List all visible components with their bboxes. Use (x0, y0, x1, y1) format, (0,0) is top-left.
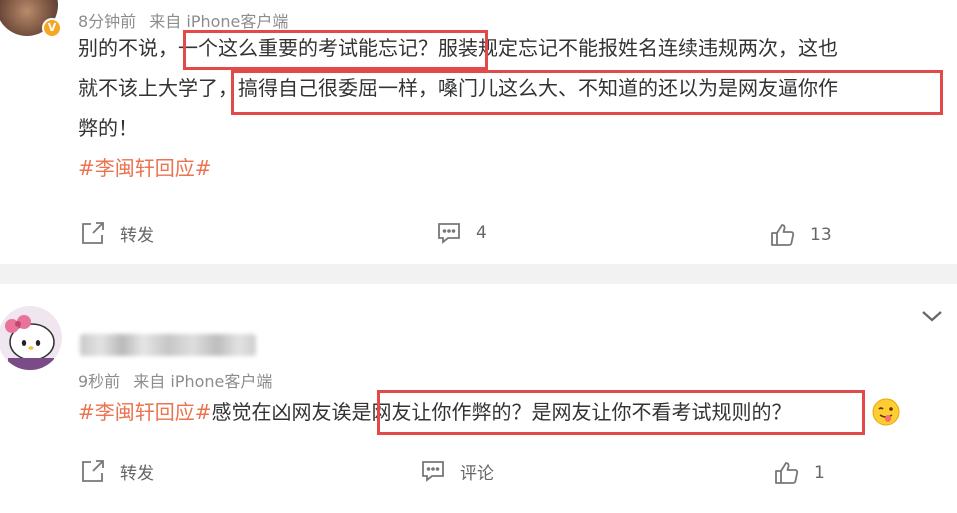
comment-icon (438, 223, 460, 244)
chevron-down-icon[interactable] (920, 308, 944, 328)
comment-line: 就不该上大学了，搞得自己很委屈一样，嗓门儿这么大、不知道的还以为是网友逼你作 (78, 68, 948, 108)
like-button[interactable]: 1 (774, 460, 825, 486)
like-count: 13 (810, 225, 832, 245)
comment-text: 一个这么重要的考试能忘记？ (178, 36, 438, 60)
comment-button[interactable]: 4 (436, 220, 487, 246)
comment-text: 是网友让你作弊的？是网友让你不看考试规则的？ (351, 400, 792, 424)
like-count: 1 (814, 463, 825, 483)
repost-button[interactable]: 转发 (80, 458, 154, 484)
avatar[interactable] (0, 306, 62, 370)
verified-badge-label: V (47, 21, 57, 34)
thumbs-up-icon (771, 224, 795, 246)
comment-text: 就不该上大学了 (78, 76, 218, 100)
repost-label: 转发 (120, 463, 154, 484)
share-icon (82, 222, 104, 244)
hashtag-link[interactable]: #李闽轩回应# (78, 156, 212, 180)
comment-icon (422, 461, 444, 482)
tongue-out-face-icon (871, 397, 901, 431)
comment-text: 服装规定忘记不能报姓名连续违规两次，这也 (438, 36, 838, 60)
comment-body: #李闽轩回应#感觉在凶网友诶是网友让你作弊的？是网友让你不看考试规则的？ (78, 392, 792, 432)
repost-button[interactable]: 转发 (80, 220, 154, 246)
verified-badge-icon: V (42, 18, 62, 38)
comment-time: 9秒前 (78, 372, 121, 391)
comment-text: 弊的！ (78, 116, 138, 140)
comment-text: ，搞得自己很委屈一样，嗓门儿这么大、不知道的还以为是网友逼你作 (218, 76, 838, 100)
comment-source[interactable]: 来自 iPhone客户端 (133, 372, 272, 391)
comment-body: 别的不说，一个这么重要的考试能忘记？服装规定忘记不能报姓名连续违规两次，这也 就… (78, 28, 948, 188)
comment-label: 评论 (460, 463, 494, 484)
share-icon (82, 460, 104, 482)
divider (0, 264, 957, 284)
comment-button[interactable]: 评论 (420, 458, 494, 484)
comment-count: 4 (476, 223, 487, 243)
like-button[interactable]: 13 (770, 222, 832, 248)
username-blurred[interactable] (80, 334, 256, 356)
thumbs-up-icon (775, 462, 799, 484)
comment-meta: 9秒前 来自 iPhone客户端 (78, 368, 272, 392)
comment-text: 别的不说， (78, 36, 178, 60)
repost-label: 转发 (120, 225, 154, 246)
comment-line: #李闽轩回应# (78, 148, 948, 188)
comment-line: 别的不说，一个这么重要的考试能忘记？服装规定忘记不能报姓名连续违规两次，这也 (78, 28, 948, 68)
hashtag-link[interactable]: #李闽轩回应# (78, 400, 212, 424)
comment-line: 弊的！ (78, 108, 948, 148)
comment-text: 感觉在凶网友诶 (211, 400, 352, 424)
